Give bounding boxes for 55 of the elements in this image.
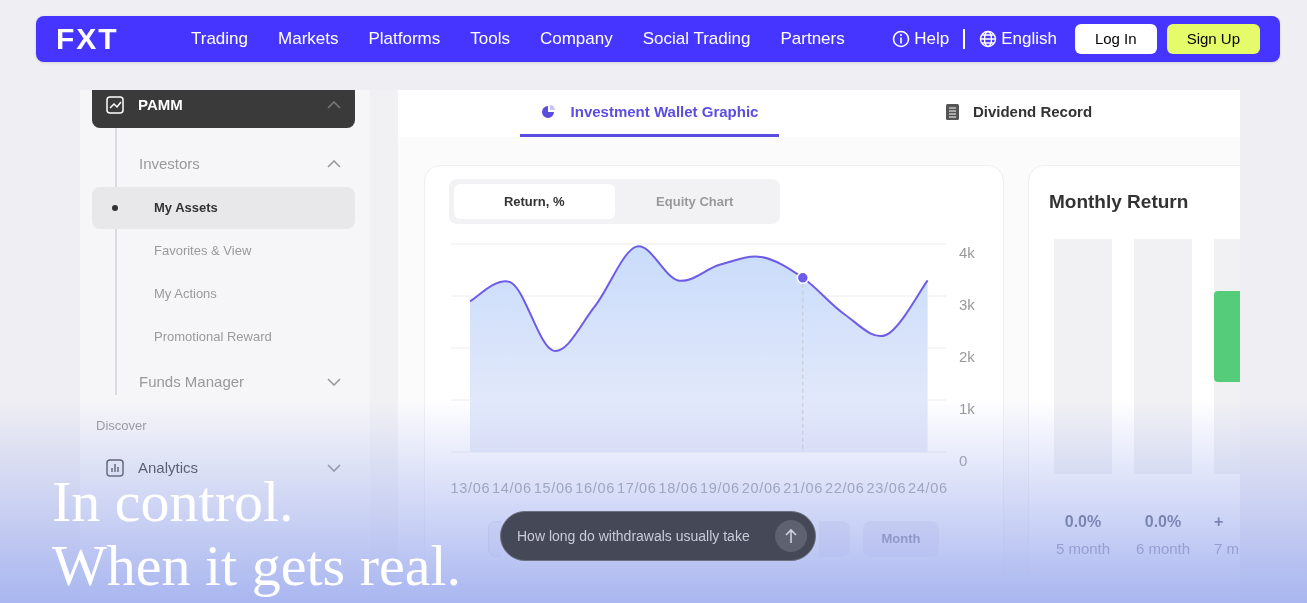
sidebar-item[interactable]: My Assets bbox=[92, 187, 355, 229]
x-axis-label: 14/06 bbox=[492, 480, 532, 496]
document-icon bbox=[945, 104, 959, 120]
y-axis-label: 1k bbox=[959, 400, 975, 417]
return-value: 0.0% bbox=[1144, 511, 1182, 532]
x-axis-label: 24/06 bbox=[908, 480, 948, 496]
nav-link[interactable]: Partners bbox=[780, 26, 845, 52]
nav-link[interactable]: Trading bbox=[191, 26, 248, 52]
x-axis-label: 18/06 bbox=[658, 480, 698, 496]
card-title: Monthly Return bbox=[1049, 190, 1190, 214]
bar-chart-icon bbox=[106, 459, 124, 477]
y-axis-label: 3k bbox=[959, 296, 975, 313]
return-value: 0.0% bbox=[1064, 511, 1102, 532]
chevron-down-icon bbox=[327, 464, 341, 472]
language-selector[interactable]: English bbox=[979, 26, 1057, 52]
nav-link[interactable]: Social Trading bbox=[642, 26, 751, 52]
section-label: Discover bbox=[95, 417, 147, 436]
sign-up-button[interactable]: Sign Up bbox=[1166, 24, 1260, 54]
nav-link[interactable]: Markets bbox=[278, 26, 339, 52]
info-icon bbox=[892, 30, 911, 48]
x-axis-label: 22/06 bbox=[824, 480, 864, 496]
arrow-up-icon bbox=[784, 528, 798, 544]
help-link[interactable]: Help bbox=[892, 26, 950, 52]
chat-input[interactable]: How long do withdrawals usually take bbox=[517, 525, 775, 547]
globe-icon bbox=[979, 30, 998, 48]
x-axis-label: 21/06 bbox=[783, 480, 823, 496]
return-value: + bbox=[1214, 511, 1224, 532]
x-axis-label: 15/06 bbox=[533, 480, 573, 496]
send-button[interactable] bbox=[775, 520, 807, 552]
sidebar-group[interactable]: PAMM bbox=[92, 90, 355, 128]
nav-link[interactable]: Tools bbox=[470, 26, 510, 52]
pie-chart-icon bbox=[540, 104, 557, 120]
headline: When it gets real. bbox=[52, 534, 462, 598]
chevron-up-icon bbox=[327, 160, 341, 168]
y-axis-label: 4k bbox=[959, 244, 975, 261]
x-axis-label: 19/06 bbox=[700, 480, 740, 496]
y-axis-label: 0 bbox=[959, 452, 968, 469]
tab[interactable]: Dividend Record bbox=[889, 90, 1149, 137]
chart-tab[interactable]: Return, % bbox=[454, 184, 615, 219]
nav-link[interactable]: Platforms bbox=[368, 26, 441, 52]
chevron-down-icon bbox=[327, 378, 341, 386]
x-axis-label: 20/06 bbox=[741, 480, 781, 496]
chat-field[interactable]: How long do withdrawals usually take bbox=[500, 511, 816, 561]
logo[interactable]: FXT bbox=[56, 24, 191, 54]
x-axis-label: 13/06 bbox=[451, 480, 490, 496]
x-axis-label: 17/06 bbox=[616, 480, 656, 496]
x-axis-label: 23/06 bbox=[866, 480, 906, 496]
nav-link[interactable]: Company bbox=[539, 26, 613, 52]
tab[interactable]: Investment Wallet Graphic bbox=[520, 90, 779, 137]
chevron-up-icon bbox=[327, 101, 341, 109]
y-axis-label: 2k bbox=[959, 348, 975, 365]
x-axis-label: 16/06 bbox=[575, 480, 615, 496]
period-button[interactable] bbox=[488, 521, 501, 557]
log-in-button[interactable]: Log In bbox=[1074, 24, 1157, 54]
chart-icon bbox=[106, 96, 124, 114]
